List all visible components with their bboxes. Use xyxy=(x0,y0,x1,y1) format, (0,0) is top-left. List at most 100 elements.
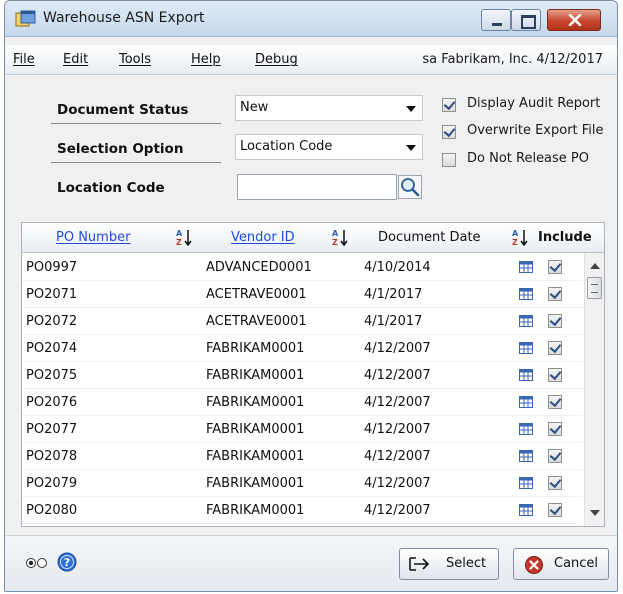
grid-detail-icon[interactable] xyxy=(519,342,533,354)
maximize-button[interactable] xyxy=(511,9,541,31)
cancel-button[interactable]: Cancel xyxy=(513,548,609,580)
menu-file[interactable]: File xyxy=(13,52,35,67)
include-checkbox[interactable] xyxy=(548,287,562,301)
table-row[interactable]: PO0997 ADVANCED0001 4/10/2014 xyxy=(22,254,583,281)
menu-tools[interactable]: Tools xyxy=(119,52,151,67)
window-title: Warehouse ASN Export xyxy=(43,10,205,26)
svg-text:Z: Z xyxy=(332,238,338,247)
include-checkbox[interactable] xyxy=(548,476,562,490)
column-vendor-id[interactable]: Vendor ID xyxy=(231,230,295,245)
sort-az-icon[interactable]: A Z xyxy=(176,228,192,248)
po-number-cell: PO0997 xyxy=(26,260,78,275)
include-checkbox[interactable] xyxy=(548,395,562,409)
grid-detail-icon[interactable] xyxy=(519,369,533,381)
include-checkbox[interactable] xyxy=(548,503,562,517)
table-row[interactable]: PO2079 FABRIKAM0001 4/12/2007 xyxy=(22,470,583,497)
vendor-id-cell: ACETRAVE0001 xyxy=(206,287,307,302)
grid-detail-icon[interactable] xyxy=(519,477,533,489)
document-date-cell: 4/1/2017 xyxy=(364,287,423,302)
overwrite-export-file-label: Overwrite Export File xyxy=(467,123,604,138)
grid-detail-icon[interactable] xyxy=(519,288,533,300)
close-icon xyxy=(568,14,582,26)
footer-bar: ? Select Cancel xyxy=(5,535,617,591)
document-status-value: New xyxy=(240,100,269,115)
grid-detail-icon[interactable] xyxy=(519,423,533,435)
document-status-label: Document Status xyxy=(57,102,189,118)
grid-detail-icon[interactable] xyxy=(519,450,533,462)
title-bar: Warehouse ASN Export xyxy=(5,1,617,37)
po-number-cell: PO2079 xyxy=(26,476,78,491)
table-row[interactable]: PO2080 FABRIKAM0001 4/12/2007 xyxy=(22,497,583,524)
vendor-id-cell: FABRIKAM0001 xyxy=(206,395,305,410)
document-status-dropdown[interactable]: New xyxy=(235,95,423,121)
sort-az-icon[interactable]: A Z xyxy=(332,228,348,248)
document-date-cell: 4/12/2007 xyxy=(364,422,431,437)
include-checkbox[interactable] xyxy=(548,341,562,355)
table-row[interactable]: PO2076 FABRIKAM0001 4/12/2007 xyxy=(22,389,583,416)
include-checkbox[interactable] xyxy=(548,449,562,463)
scroll-up-icon[interactable] xyxy=(590,263,600,269)
document-date-cell: 4/12/2007 xyxy=(364,503,431,518)
cancel-x-icon xyxy=(525,556,543,574)
grid-scrollbar[interactable] xyxy=(584,253,604,526)
scroll-down-icon[interactable] xyxy=(590,510,600,516)
table-row[interactable]: PO2075 FABRIKAM0001 4/12/2007 xyxy=(22,362,583,389)
grid-header: PO Number A Z Vendor ID A Z Document Dat… xyxy=(22,223,604,253)
select-button-label: Select xyxy=(446,556,487,571)
table-row[interactable]: PO2071 ACETRAVE0001 4/1/2017 xyxy=(22,281,583,308)
vendor-id-cell: ADVANCED0001 xyxy=(206,260,312,275)
document-date-cell: 4/12/2007 xyxy=(364,368,431,383)
display-audit-report-label: Display Audit Report xyxy=(467,96,601,111)
menu-edit[interactable]: Edit xyxy=(63,52,88,67)
help-icon[interactable]: ? xyxy=(57,552,77,572)
svg-text:Z: Z xyxy=(176,238,182,247)
close-button[interactable] xyxy=(547,9,601,31)
vendor-id-cell: ACETRAVE0001 xyxy=(206,314,307,329)
do-not-release-po-checkbox[interactable] xyxy=(442,153,456,167)
sort-az-icon[interactable]: A Z xyxy=(512,228,528,248)
document-date-cell: 4/12/2007 xyxy=(364,476,431,491)
include-checkbox[interactable] xyxy=(548,422,562,436)
grid-detail-icon[interactable] xyxy=(519,261,533,273)
menu-help[interactable]: Help xyxy=(191,52,221,67)
include-checkbox[interactable] xyxy=(548,314,562,328)
column-document-date: Document Date xyxy=(378,230,481,245)
po-number-cell: PO2078 xyxy=(26,449,78,464)
include-checkbox[interactable] xyxy=(548,368,562,382)
location-code-input[interactable] xyxy=(237,174,397,200)
svg-text:Z: Z xyxy=(512,238,518,247)
lookup-magnifier-icon[interactable] xyxy=(398,175,422,199)
po-number-cell: PO2080 xyxy=(26,503,78,518)
vendor-id-cell: FABRIKAM0001 xyxy=(206,368,305,383)
vendor-id-cell: FABRIKAM0001 xyxy=(206,476,305,491)
display-audit-report-checkbox[interactable] xyxy=(442,98,456,112)
select-arrow-icon xyxy=(409,557,430,571)
grid-detail-icon[interactable] xyxy=(519,504,533,516)
po-number-cell: PO2074 xyxy=(26,341,78,356)
vendor-id-cell: FABRIKAM0001 xyxy=(206,449,305,464)
table-row[interactable]: PO2074 FABRIKAM0001 4/12/2007 xyxy=(22,335,583,362)
selection-option-dropdown[interactable]: Location Code xyxy=(235,134,423,160)
minimize-button[interactable] xyxy=(481,9,511,31)
include-checkbox[interactable] xyxy=(548,260,562,274)
svg-text:A: A xyxy=(512,229,519,238)
document-date-cell: 4/12/2007 xyxy=(364,395,431,410)
vendor-id-cell: FABRIKAM0001 xyxy=(206,503,305,518)
chevron-down-icon xyxy=(406,106,416,112)
menu-debug[interactable]: Debug xyxy=(255,52,298,67)
document-date-cell: 4/12/2007 xyxy=(364,449,431,464)
table-row[interactable]: PO2077 FABRIKAM0001 4/12/2007 xyxy=(22,416,583,443)
chevron-down-icon xyxy=(406,145,416,151)
column-po-number[interactable]: PO Number xyxy=(56,230,130,245)
grid-detail-icon[interactable] xyxy=(519,315,533,327)
po-grid: PO Number A Z Vendor ID A Z Document Dat… xyxy=(21,222,605,527)
record-navigation-icon[interactable] xyxy=(25,556,53,570)
label-divider xyxy=(51,162,221,163)
grid-detail-icon[interactable] xyxy=(519,396,533,408)
scroll-thumb[interactable] xyxy=(587,277,602,299)
select-button[interactable]: Select xyxy=(399,548,499,580)
table-row[interactable]: PO2072 ACETRAVE0001 4/1/2017 xyxy=(22,308,583,335)
table-row[interactable]: PO2078 FABRIKAM0001 4/12/2007 xyxy=(22,443,583,470)
app-window-icon xyxy=(15,10,36,27)
overwrite-export-file-checkbox[interactable] xyxy=(442,125,456,139)
